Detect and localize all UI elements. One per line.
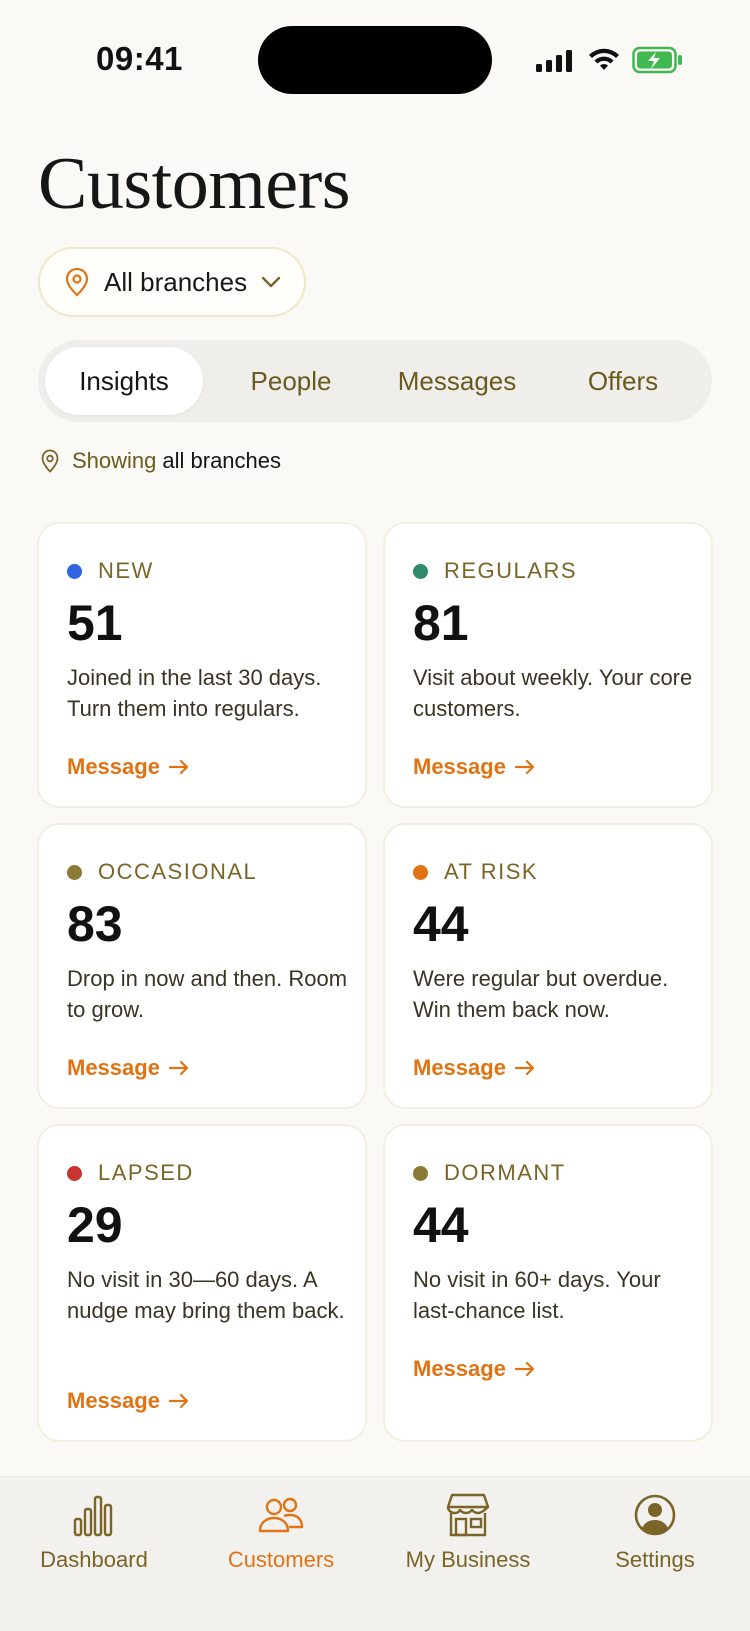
- branch-selector-label: All branches: [104, 266, 248, 297]
- arrow-right-icon: [168, 1393, 189, 1409]
- status-bar: 09:41: [0, 0, 750, 120]
- message-link-label: Message: [413, 754, 506, 779]
- status-dot: [67, 563, 82, 579]
- status-dot: [67, 1165, 82, 1181]
- message-link[interactable]: Message: [67, 1388, 190, 1414]
- tab-insights[interactable]: Insights: [45, 347, 203, 415]
- segment-description: Visit about weekly. Your core customers.: [413, 665, 693, 721]
- user-circle-icon: [634, 1494, 676, 1536]
- status-dot: [67, 864, 82, 880]
- arrow-right-icon: [514, 1361, 535, 1377]
- segment-tag: LAPSED: [67, 1160, 194, 1186]
- message-link-label: Message: [67, 1388, 160, 1413]
- location-pin-icon: [65, 267, 89, 297]
- message-link[interactable]: Message: [413, 1055, 536, 1081]
- cellular-signal-icon: [536, 50, 572, 72]
- segment-tag: DORMANT: [413, 1160, 566, 1186]
- dynamic-island: [258, 26, 492, 94]
- battery-charging-icon: [632, 46, 682, 74]
- segment-count: 81: [413, 595, 469, 651]
- segment-description: Were regular but overdue. Win them back …: [413, 966, 669, 1022]
- segment-tag: OCCASIONAL: [67, 859, 257, 885]
- tab-offers[interactable]: Offers: [544, 347, 702, 415]
- segment-tag: NEW: [67, 558, 154, 584]
- segment-card-at-risk[interactable]: AT RISK 44 Were regular but overdue. Win…: [383, 823, 713, 1109]
- showing-prefix: Showing: [72, 448, 157, 473]
- segment-tag: REGULARS: [413, 558, 577, 584]
- segment-card-new[interactable]: NEW 51 Joined in the last 30 days. Turn …: [37, 522, 367, 808]
- chevron-down-icon: [261, 276, 281, 288]
- tabbar-dashboard[interactable]: Dashboard: [0, 1491, 188, 1591]
- storefront-icon: [446, 1493, 490, 1537]
- segment-card-occasional[interactable]: OCCASIONAL 83 Drop in now and then. Room…: [37, 823, 367, 1109]
- segment-tag-label: DORMANT: [444, 1160, 566, 1185]
- segment-count: 44: [413, 896, 469, 952]
- status-icons: [536, 44, 686, 76]
- tab-messages[interactable]: Messages: [378, 347, 536, 415]
- status-dot: [413, 864, 428, 880]
- segment-card-regulars[interactable]: REGULARS 81 Visit about weekly. Your cor…: [383, 522, 713, 808]
- segment-tag: AT RISK: [413, 859, 538, 885]
- tabbar-label: Dashboard: [40, 1547, 148, 1572]
- segment-description: No visit in 30—60 days. A nudge may brin…: [67, 1267, 345, 1323]
- segment-tag-label: NEW: [98, 558, 154, 583]
- segment-count: 51: [67, 595, 123, 651]
- status-dot: [413, 563, 428, 579]
- segment-description: No visit in 60+ days. Your last-chance l…: [413, 1267, 661, 1323]
- showing-value: all branches: [162, 448, 282, 473]
- message-link[interactable]: Message: [413, 754, 536, 780]
- location-pin-icon: [41, 449, 59, 473]
- segment-tag-label: AT RISK: [444, 859, 539, 884]
- page-title: Customers: [38, 143, 351, 225]
- tabbar-label: Customers: [227, 1547, 335, 1572]
- tab-people[interactable]: People: [212, 347, 370, 415]
- segment-tag-label: OCCASIONAL: [98, 859, 258, 884]
- status-dot: [413, 1165, 428, 1181]
- users-icon: [258, 1497, 304, 1533]
- tabbar-label: Settings: [615, 1547, 695, 1572]
- arrow-right-icon: [168, 759, 189, 775]
- tabbar-customers[interactable]: Customers: [187, 1491, 375, 1591]
- segmented-tabs: Insights People Messages Offers: [38, 340, 712, 422]
- message-link[interactable]: Message: [67, 1055, 190, 1081]
- message-link[interactable]: Message: [413, 1356, 536, 1382]
- segment-count: 29: [67, 1197, 123, 1253]
- segment-description: Joined in the last 30 days. Turn them in…: [67, 665, 322, 721]
- arrow-right-icon: [514, 1060, 535, 1076]
- arrow-right-icon: [514, 759, 535, 775]
- message-link[interactable]: Message: [67, 754, 190, 780]
- message-link-label: Message: [67, 1055, 160, 1080]
- wifi-icon: [589, 48, 619, 70]
- message-link-label: Message: [413, 1055, 506, 1080]
- bar-chart-icon: [73, 1495, 113, 1537]
- showing-scope: Showing all branches: [40, 446, 281, 476]
- branch-selector[interactable]: All branches: [38, 247, 306, 317]
- segment-description: Drop in now and then. Room to grow.: [67, 966, 348, 1022]
- segment-count: 83: [67, 896, 123, 952]
- bottom-tab-bar: Dashboard Customers My Business Settings: [0, 1476, 750, 1631]
- tabbar-my-business[interactable]: My Business: [374, 1491, 562, 1591]
- segment-tag-label: LAPSED: [98, 1160, 194, 1185]
- segment-tag-label: REGULARS: [444, 558, 578, 583]
- tabbar-label: My Business: [405, 1547, 531, 1572]
- status-time: 09:41: [96, 40, 183, 77]
- arrow-right-icon: [168, 1060, 189, 1076]
- segment-card-lapsed[interactable]: LAPSED 29 No visit in 30—60 days. A nudg…: [37, 1124, 367, 1442]
- segment-card-dormant[interactable]: DORMANT 44 No visit in 60+ days. Your la…: [383, 1124, 713, 1442]
- tabbar-settings[interactable]: Settings: [561, 1491, 749, 1591]
- message-link-label: Message: [413, 1356, 506, 1381]
- segment-count: 44: [413, 1197, 469, 1253]
- message-link-label: Message: [67, 754, 160, 779]
